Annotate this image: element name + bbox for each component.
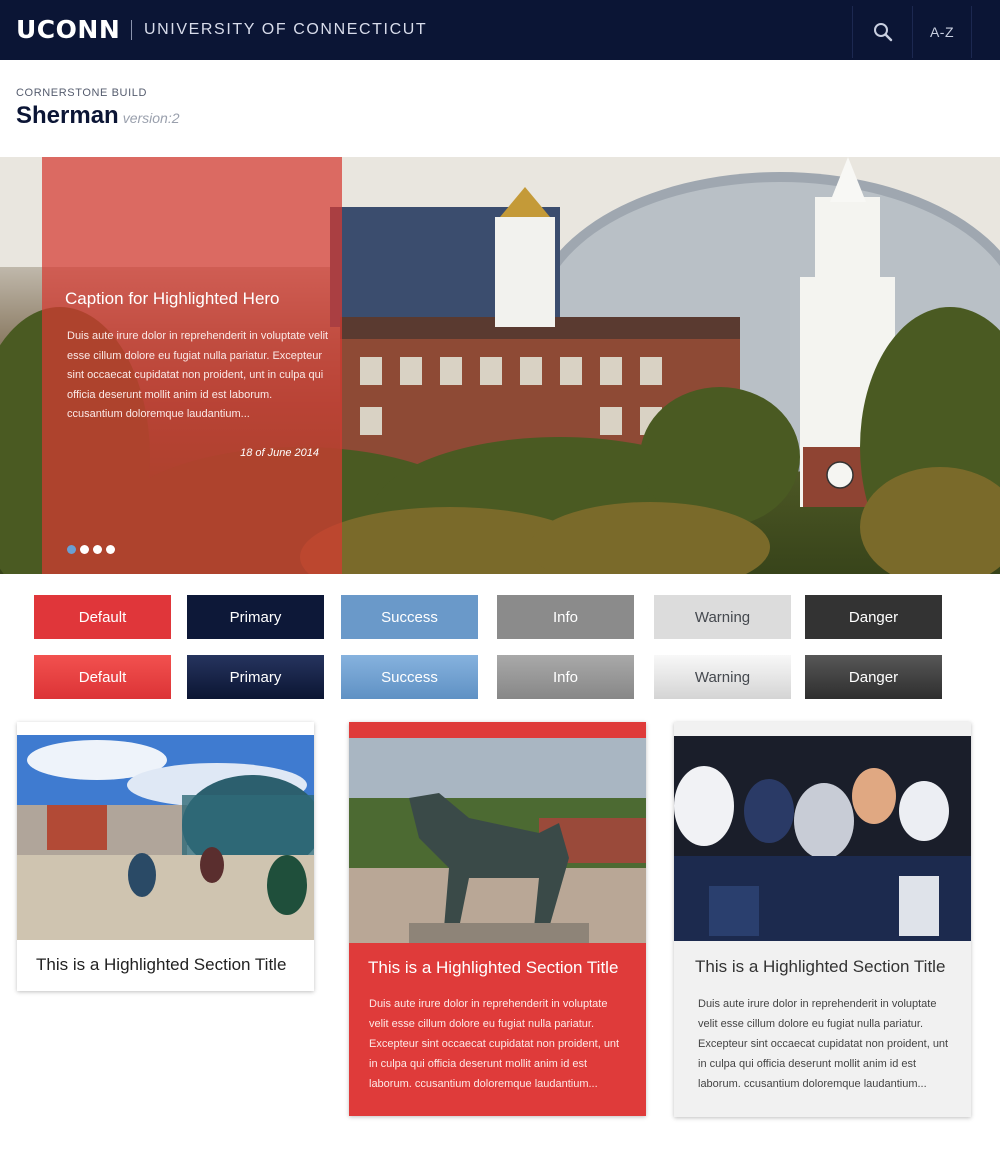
card-image-students bbox=[17, 735, 314, 940]
warning-gradient-button[interactable]: Warning bbox=[654, 655, 791, 699]
card-2-body: Duis aute irure dolor in reprehenderit i… bbox=[369, 998, 620, 1090]
highlight-card-1[interactable]: This is a Highlighted Section Title bbox=[17, 722, 314, 991]
carousel-dot-3[interactable] bbox=[93, 545, 102, 554]
hero-caption-body: Duis aute irure dolor in reprehenderit i… bbox=[67, 330, 329, 421]
success-button[interactable]: Success bbox=[341, 595, 478, 639]
card-image-husky-statue bbox=[349, 738, 646, 943]
university-name[interactable]: UNIVERSITY OF CONNECTICUT bbox=[144, 21, 427, 39]
hero-caption-panel: Caption for Highlighted Hero Duis aute i… bbox=[42, 157, 342, 574]
card-1-title[interactable]: This is a Highlighted Section Title bbox=[36, 955, 286, 975]
a-z-button[interactable]: A-Z bbox=[912, 6, 972, 58]
site-title: Sherman version:2 bbox=[16, 102, 180, 130]
highlight-card-2[interactable]: This is a Highlighted Section Title Duis… bbox=[349, 722, 646, 1116]
hero-carousel[interactable]: Caption for Highlighted Hero Duis aute i… bbox=[0, 157, 1000, 574]
carousel-indicators bbox=[67, 545, 115, 554]
default-button[interactable]: Default bbox=[34, 595, 171, 639]
search-icon bbox=[873, 23, 892, 42]
carousel-dot-1[interactable] bbox=[67, 545, 76, 554]
primary-gradient-button[interactable]: Primary bbox=[187, 655, 324, 699]
logo-divider bbox=[131, 20, 132, 40]
carousel-dot-2[interactable] bbox=[80, 545, 89, 554]
danger-button[interactable]: Danger bbox=[805, 595, 942, 639]
default-gradient-button[interactable]: Default bbox=[34, 655, 171, 699]
highlight-card-3[interactable]: This is a Highlighted Section Title Duis… bbox=[674, 722, 971, 1117]
uconn-logo[interactable]: UCONN bbox=[16, 15, 120, 44]
hero-caption-date: 18 of June 2014 bbox=[240, 447, 319, 459]
site-title-text: Sherman bbox=[16, 102, 119, 129]
search-button[interactable] bbox=[852, 6, 912, 58]
info-gradient-button[interactable]: Info bbox=[497, 655, 634, 699]
hero-caption-title[interactable]: Caption for Highlighted Hero bbox=[65, 289, 280, 309]
top-bar: UCONN UNIVERSITY OF CONNECTICUT A-Z bbox=[0, 0, 1000, 60]
version-label: version:2 bbox=[122, 110, 180, 126]
carousel-dot-4[interactable] bbox=[106, 545, 115, 554]
card-image-fans bbox=[674, 736, 971, 941]
warning-button[interactable]: Warning bbox=[654, 595, 791, 639]
card-2-title[interactable]: This is a Highlighted Section Title bbox=[368, 958, 618, 978]
site-eyebrow: CORNERSTONE BUILD bbox=[16, 87, 148, 99]
card-3-body: Duis aute irure dolor in reprehenderit i… bbox=[698, 998, 949, 1090]
card-3-title[interactable]: This is a Highlighted Section Title bbox=[695, 957, 945, 977]
info-button[interactable]: Info bbox=[497, 595, 634, 639]
primary-button[interactable]: Primary bbox=[187, 595, 324, 639]
success-gradient-button[interactable]: Success bbox=[341, 655, 478, 699]
danger-gradient-button[interactable]: Danger bbox=[805, 655, 942, 699]
